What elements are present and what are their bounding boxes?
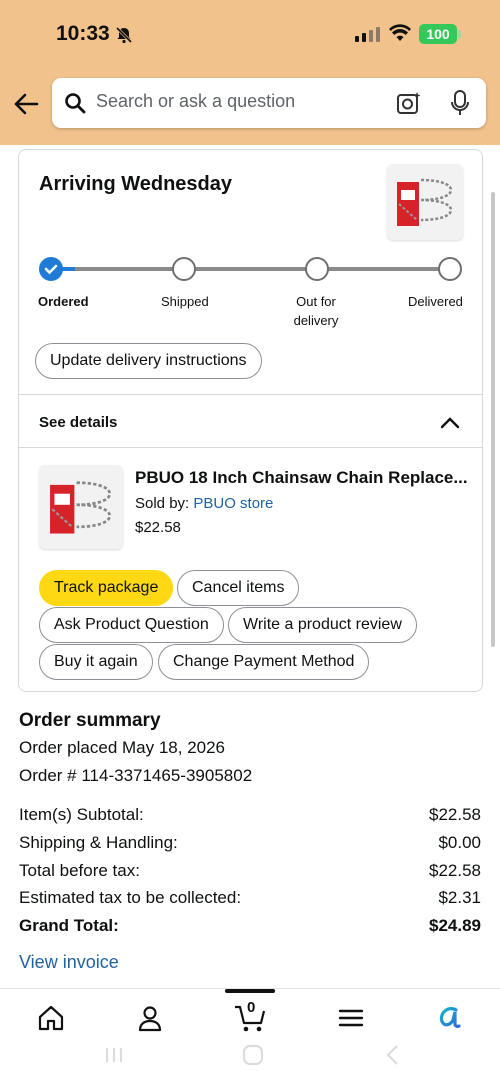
cancel-items-button[interactable]: Cancel items — [177, 570, 300, 606]
total-before-tax-label: Total before tax: — [19, 861, 140, 880]
grand-total-label: Grand Total: — [19, 916, 119, 935]
store-link[interactable]: PBUO store — [193, 495, 273, 512]
search-icon — [65, 93, 86, 114]
step-label-ordered: Ordered — [38, 294, 89, 309]
camera-lens-icon[interactable] — [396, 90, 422, 116]
grand-total-value: $24.89 — [429, 916, 481, 935]
progress-track — [49, 267, 461, 271]
ask-product-question-button[interactable]: Ask Product Question — [39, 607, 224, 643]
shipping-value: $0.00 — [438, 833, 481, 852]
step-label-delivered: Delivered — [408, 294, 463, 309]
home-system-icon[interactable] — [241, 1043, 265, 1067]
bell-muted-icon — [115, 26, 133, 44]
write-review-button[interactable]: Write a product review — [228, 607, 417, 643]
step-shipped-dot — [172, 257, 196, 281]
home-icon[interactable] — [36, 1003, 66, 1033]
account-icon[interactable] — [135, 1003, 165, 1033]
battery-tip — [458, 30, 461, 38]
sold-by-label: Sold by: — [135, 495, 190, 512]
divider — [19, 394, 482, 395]
track-package-button[interactable]: Track package — [39, 570, 174, 606]
bottom-nav: 0 — [0, 988, 500, 1084]
product-title-link[interactable]: PBUO 18 Inch Chainsaw Chain Replace... — [135, 468, 468, 488]
arriving-heading: Arriving Wednesday — [39, 173, 233, 195]
menu-icon[interactable] — [336, 1003, 366, 1033]
product-image[interactable] — [39, 465, 123, 549]
step-out-for-delivery-dot — [305, 257, 329, 281]
update-delivery-instructions-button[interactable]: Update delivery instructions — [35, 343, 262, 379]
delivery-progress — [39, 254, 462, 284]
active-tab-indicator — [225, 989, 275, 993]
search-input[interactable]: Search or ask a question — [96, 91, 295, 112]
recent-apps-icon[interactable] — [102, 1043, 126, 1067]
chevron-up-icon[interactable] — [439, 414, 461, 430]
total-before-tax-value: $22.58 — [429, 861, 481, 880]
buy-it-again-button[interactable]: Buy it again — [39, 644, 153, 680]
step-label-out-for-delivery: Out for delivery — [293, 294, 339, 328]
app-header: 10:33 100 Search or ask a question — [0, 0, 500, 145]
back-system-icon[interactable] — [381, 1043, 405, 1067]
search-bar[interactable]: Search or ask a question — [52, 78, 486, 128]
back-arrow-icon[interactable] — [12, 90, 40, 118]
status-time: 10:33 — [56, 22, 110, 45]
subtotal-value: $22.58 — [429, 805, 481, 824]
product-thumbnail[interactable] — [387, 164, 463, 240]
cart-count: 0 — [247, 999, 256, 1016]
step-ordered-check-icon — [39, 257, 63, 281]
change-payment-method-button[interactable]: Change Payment Method — [158, 644, 370, 680]
scrollbar[interactable] — [491, 192, 495, 647]
see-details-label[interactable]: See details — [39, 414, 117, 431]
order-summary-title: Order summary — [19, 710, 161, 731]
sold-by: Sold by: PBUO store — [135, 495, 273, 512]
product-price: $22.58 — [135, 519, 181, 536]
cart-tab[interactable]: 0 — [233, 999, 269, 1035]
estimated-tax-label: Estimated tax to be collected: — [19, 888, 242, 907]
estimated-tax-value: $2.31 — [438, 888, 481, 907]
battery-icon: 100 — [419, 24, 457, 44]
order-details[interactable]: Arriving Wednesday Ordered Shipped Out f… — [0, 145, 500, 988]
divider — [19, 447, 482, 448]
step-delivered-dot — [438, 257, 462, 281]
step-label-shipped: Shipped — [161, 294, 209, 309]
wifi-icon — [389, 24, 411, 41]
delivery-card: Arriving Wednesday Ordered Shipped Out f… — [18, 149, 483, 692]
chainsaw-chain-image — [50, 481, 112, 534]
view-invoice-link[interactable]: View invoice — [19, 952, 119, 973]
shipping-label: Shipping & Handling: — [19, 833, 178, 852]
rufus-assistant-icon[interactable] — [434, 1003, 464, 1033]
chainsaw-chain-image — [397, 178, 453, 226]
order-placed-date: Order placed May 18, 2026 — [19, 738, 226, 757]
order-number: Order # 114-3371465-3905802 — [19, 766, 253, 785]
microphone-icon[interactable] — [450, 90, 470, 116]
subtotal-label: Item(s) Subtotal: — [19, 805, 144, 824]
signal-icon — [355, 27, 380, 42]
system-nav-bar — [0, 1031, 500, 1084]
